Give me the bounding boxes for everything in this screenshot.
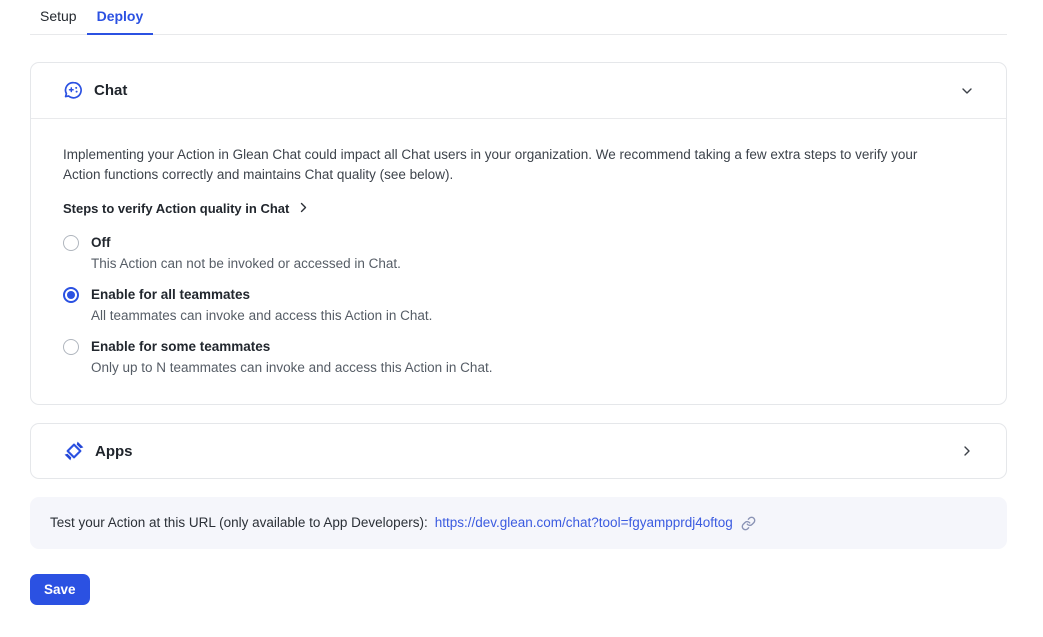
option-enable-all: Enable for all teammates All teammates c… [63, 285, 974, 326]
option-enable-some-label[interactable]: Enable for some teammates [91, 337, 492, 357]
option-off: Off This Action can not be invoked or ac… [63, 233, 974, 274]
apps-diamond-icon [63, 440, 85, 462]
test-url-link[interactable]: https://dev.glean.com/chat?tool=fgyamppr… [435, 513, 733, 533]
steps-to-verify-link[interactable]: Steps to verify Action quality in Chat [63, 201, 309, 216]
tab-setup[interactable]: Setup [30, 2, 87, 35]
chat-enable-options: Off This Action can not be invoked or ac… [63, 233, 974, 378]
chat-impact-description: Implementing your Action in Glean Chat c… [63, 145, 948, 185]
steps-to-verify-label: Steps to verify Action quality in Chat [63, 201, 289, 216]
chat-section-body: Implementing your Action in Glean Chat c… [31, 119, 1006, 404]
chat-section-header[interactable]: Chat [31, 63, 1006, 119]
apps-section-header[interactable]: Apps [31, 424, 1006, 478]
option-enable-some: Enable for some teammates Only up to N t… [63, 337, 974, 378]
chat-section-card: Chat Implementing your Action in Glean C… [30, 62, 1007, 405]
deploy-page: Setup Deploy Chat Implementing yo [30, 0, 1007, 605]
save-button[interactable]: Save [30, 574, 90, 605]
radio-enable-all[interactable] [63, 287, 79, 303]
tab-deploy[interactable]: Deploy [87, 2, 154, 35]
radio-enable-some[interactable] [63, 339, 79, 355]
option-enable-all-description: All teammates can invoke and access this… [91, 306, 432, 326]
option-off-label[interactable]: Off [91, 233, 401, 253]
chat-sparkle-icon [63, 80, 84, 101]
link-icon[interactable] [741, 516, 756, 531]
radio-off[interactable] [63, 235, 79, 251]
apps-section-title: Apps [95, 443, 133, 460]
option-enable-some-description: Only up to N teammates can invoke and ac… [91, 358, 492, 378]
option-enable-all-label[interactable]: Enable for all teammates [91, 285, 432, 305]
chevron-right-icon[interactable] [960, 444, 974, 458]
option-off-description: This Action can not be invoked or access… [91, 254, 401, 274]
test-url-label: Test your Action at this URL (only avail… [50, 513, 428, 533]
test-url-banner: Test your Action at this URL (only avail… [30, 497, 1007, 549]
tab-bar: Setup Deploy [30, 2, 1007, 35]
apps-section-card: Apps [30, 423, 1007, 479]
chevron-down-icon[interactable] [960, 84, 974, 98]
chat-section-title: Chat [94, 82, 127, 99]
chevron-right-icon [298, 201, 309, 216]
